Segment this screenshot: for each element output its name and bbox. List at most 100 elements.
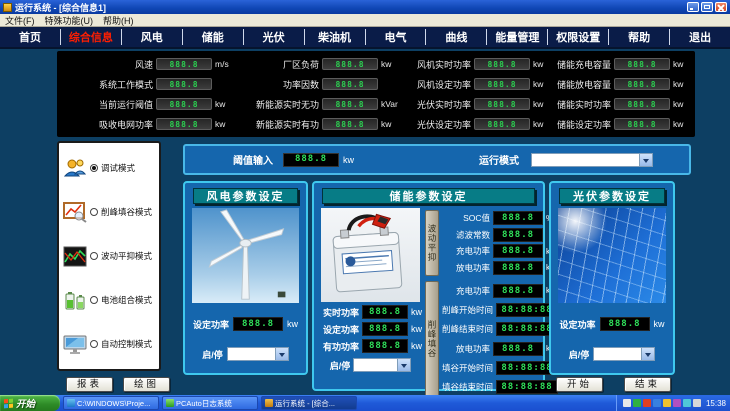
nav-curves[interactable]: 曲线 <box>425 29 486 45</box>
report-button[interactable]: 报表 <box>66 377 113 392</box>
unit: kw <box>411 324 422 334</box>
taskbar-task-run-system[interactable]: 运行系统 - [综合... <box>261 396 357 410</box>
minimize-icon[interactable] <box>687 2 699 12</box>
nav-pv[interactable]: 光伏 <box>243 29 304 45</box>
mode-battery-combination[interactable]: 电池组合模式 <box>63 290 155 311</box>
menu-special-functions[interactable]: 特殊功能(U) <box>45 14 94 27</box>
wind-set-power-display[interactable]: 888.8 <box>233 317 283 331</box>
mode-debug[interactable]: 调试模式 <box>63 158 155 179</box>
maximize-icon[interactable] <box>701 2 713 12</box>
tray-icon[interactable] <box>633 399 641 407</box>
menu-file[interactable]: 文件(F) <box>5 14 35 27</box>
pv-start-stop-select[interactable] <box>593 347 655 361</box>
run-mode-select[interactable] <box>531 153 653 167</box>
mode-label: 削峰填谷模式 <box>101 206 152 218</box>
wind-panel: 风电参数设定 设定功率 888.8 kw 启/停 <box>183 181 308 375</box>
led-display: 888.8 <box>614 58 670 70</box>
storage-start-stop-select[interactable] <box>353 358 411 372</box>
readout-unit: kw <box>381 59 403 69</box>
dropdown-arrow-icon <box>639 154 652 166</box>
readout-unit: kw <box>215 99 237 109</box>
radio-icon[interactable] <box>90 296 98 304</box>
nav-exit[interactable]: 退出 <box>669 29 730 45</box>
nav-home[interactable]: 首页 <box>0 29 60 45</box>
wind-start-stop-label: 启/停 <box>202 348 223 361</box>
title-bar: 运行系统 - [综合信息1] <box>0 0 730 14</box>
nav-permissions[interactable]: 权限设置 <box>547 29 608 45</box>
main-area: 风速888.8m/s 厂区负荷888.8kw 风机实时功率888.8kw 储能充… <box>0 49 730 395</box>
tray-icon[interactable] <box>693 399 701 407</box>
threshold-input-label: 阈值输入 <box>233 152 273 167</box>
radio-icon[interactable] <box>90 164 98 172</box>
tray-icon[interactable] <box>653 399 661 407</box>
valley-end-time-label: 填谷结束时间 <box>442 381 493 393</box>
storage-active-power-label: 有功功率 <box>323 340 359 353</box>
run-system-icon <box>265 399 273 407</box>
taskbar-task-explorer[interactable]: C:\WINDOWS\Proje... <box>63 396 159 410</box>
readout-panel: 风速888.8m/s 厂区负荷888.8kw 风机实时功率888.8kw 储能充… <box>57 51 695 137</box>
readout-unit: kw <box>533 119 555 129</box>
dropdown-arrow-icon <box>397 359 410 371</box>
taskbar-clock: 15:38 <box>706 399 726 408</box>
wind-set-power-unit: kw <box>287 319 298 329</box>
nav-diesel[interactable]: 柴油机 <box>304 29 365 45</box>
readout-label: 新能源实时无功 <box>237 98 319 111</box>
close-icon[interactable] <box>715 2 727 12</box>
draw-button[interactable]: 绘图 <box>123 377 170 392</box>
mode-label: 调试模式 <box>101 162 135 174</box>
windows-logo-icon <box>4 398 13 408</box>
valley-end-time-display[interactable]: 88:88:88 <box>496 380 558 394</box>
radio-icon[interactable] <box>90 208 98 216</box>
unit: kw <box>411 307 422 317</box>
threshold-input[interactable]: 888.8 <box>283 153 339 167</box>
readout-unit: kw <box>673 59 695 69</box>
discharge-power-display[interactable]: 888.8 <box>493 261 543 275</box>
taskbar-task-log-system[interactable]: PCAuto日志系统 <box>162 396 258 410</box>
tray-icon[interactable] <box>623 399 631 407</box>
readout-label: 系统工作模式 <box>61 78 153 91</box>
valley-discharge-power-display[interactable]: 888.8 <box>493 342 543 356</box>
mode-auto-control[interactable]: 自动控制模式 <box>63 334 155 355</box>
mode-sidebar: 调试模式 削峰填谷模式 波动平抑模式 电池组合模式 自动控制模式 <box>57 141 161 371</box>
tray-icon[interactable] <box>683 399 691 407</box>
nav-energy-mgmt[interactable]: 能量管理 <box>486 29 547 45</box>
nav-overview[interactable]: 综合信息 <box>60 29 121 45</box>
nav-wind[interactable]: 风电 <box>121 29 182 45</box>
radio-icon[interactable] <box>90 340 98 348</box>
end-button[interactable]: 结束 <box>624 377 671 392</box>
readout-unit: kw <box>533 99 555 109</box>
mode-fluctuation-smoothing[interactable]: 波动平抑模式 <box>63 246 155 267</box>
radio-icon[interactable] <box>90 252 98 260</box>
solar-panel-image <box>558 208 666 303</box>
pv-charge-power-display[interactable]: 888.8 <box>493 284 543 298</box>
readout-label: 风速 <box>61 58 153 71</box>
led-display: 888.8 <box>322 58 378 70</box>
menu-help[interactable]: 帮助(H) <box>103 14 134 27</box>
start-button[interactable]: 开始 <box>556 377 603 392</box>
tray-icon[interactable] <box>643 399 651 407</box>
nav-storage[interactable]: 储能 <box>182 29 243 45</box>
charge-power-display[interactable]: 888.8 <box>493 244 543 258</box>
led-display: 888.8 <box>474 78 530 90</box>
storage-panel: 储能参数设定 实时功率 888.8 kw 设定功率 888.8 kw 有功功率 <box>312 181 545 391</box>
filter-constant-display[interactable]: 888.8 <box>493 228 543 242</box>
log-app-icon <box>166 399 174 407</box>
led-display: 888.8 <box>614 78 670 90</box>
mode-peak-shaving[interactable]: 削峰填谷模式 <box>63 202 155 223</box>
nav-help[interactable]: 帮助 <box>608 29 669 45</box>
unit: kw <box>411 341 422 351</box>
wind-start-stop-select[interactable] <box>227 347 289 361</box>
led-display: 888.8 <box>322 118 378 130</box>
nav-electrical[interactable]: 电气 <box>365 29 426 45</box>
led-display: 888.8 <box>156 118 212 130</box>
readout-label: 厂区负荷 <box>237 58 319 71</box>
pv-set-power-unit: kw <box>654 319 665 329</box>
led-display: 888.8 <box>474 58 530 70</box>
readout-label: 储能充电容量 <box>555 58 611 71</box>
start-menu-button[interactable]: 开始 <box>0 395 60 411</box>
storage-set-power-display[interactable]: 888.8 <box>362 322 408 336</box>
pv-set-power-display[interactable]: 888.8 <box>600 317 650 331</box>
tray-icon[interactable] <box>673 399 681 407</box>
users-icon <box>63 158 87 179</box>
tray-icon[interactable] <box>663 399 671 407</box>
